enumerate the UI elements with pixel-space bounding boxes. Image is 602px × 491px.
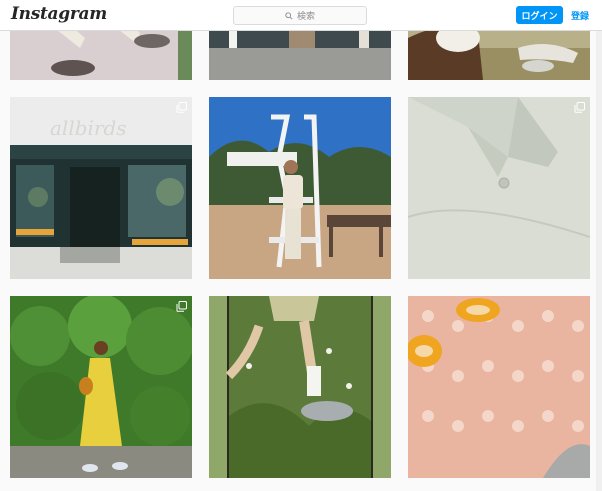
post-tile-9[interactable] [408, 296, 590, 478]
scrollbar[interactable] [596, 30, 602, 491]
login-button[interactable]: ログイン [516, 6, 563, 24]
post-image [209, 97, 391, 279]
post-tile-8[interactable] [209, 296, 391, 478]
post-tile-7[interactable] [10, 296, 192, 478]
post-image [408, 97, 590, 279]
signup-link[interactable]: 登録 [571, 9, 589, 22]
post-tile-6[interactable] [408, 97, 590, 279]
post-image [209, 296, 391, 478]
store-sign-text: allbirds [50, 116, 127, 140]
instagram-logo[interactable]: Instagram [11, 4, 107, 24]
search-icon [285, 11, 293, 20]
post-tile-4[interactable]: allbirds [10, 97, 192, 279]
search-input[interactable]: 検索 [233, 6, 367, 25]
search-placeholder: 検索 [296, 11, 315, 21]
post-tile-5[interactable] [209, 97, 391, 279]
carousel-icon [176, 301, 187, 312]
top-nav-bar: Instagram 検索 ログイン 登録 [0, 0, 602, 31]
post-image [408, 296, 590, 478]
carousel-icon [574, 102, 585, 113]
carousel-icon [176, 102, 187, 113]
post-grid: allbirds [0, 0, 602, 491]
post-image: allbirds [10, 97, 192, 279]
post-image [10, 296, 192, 478]
